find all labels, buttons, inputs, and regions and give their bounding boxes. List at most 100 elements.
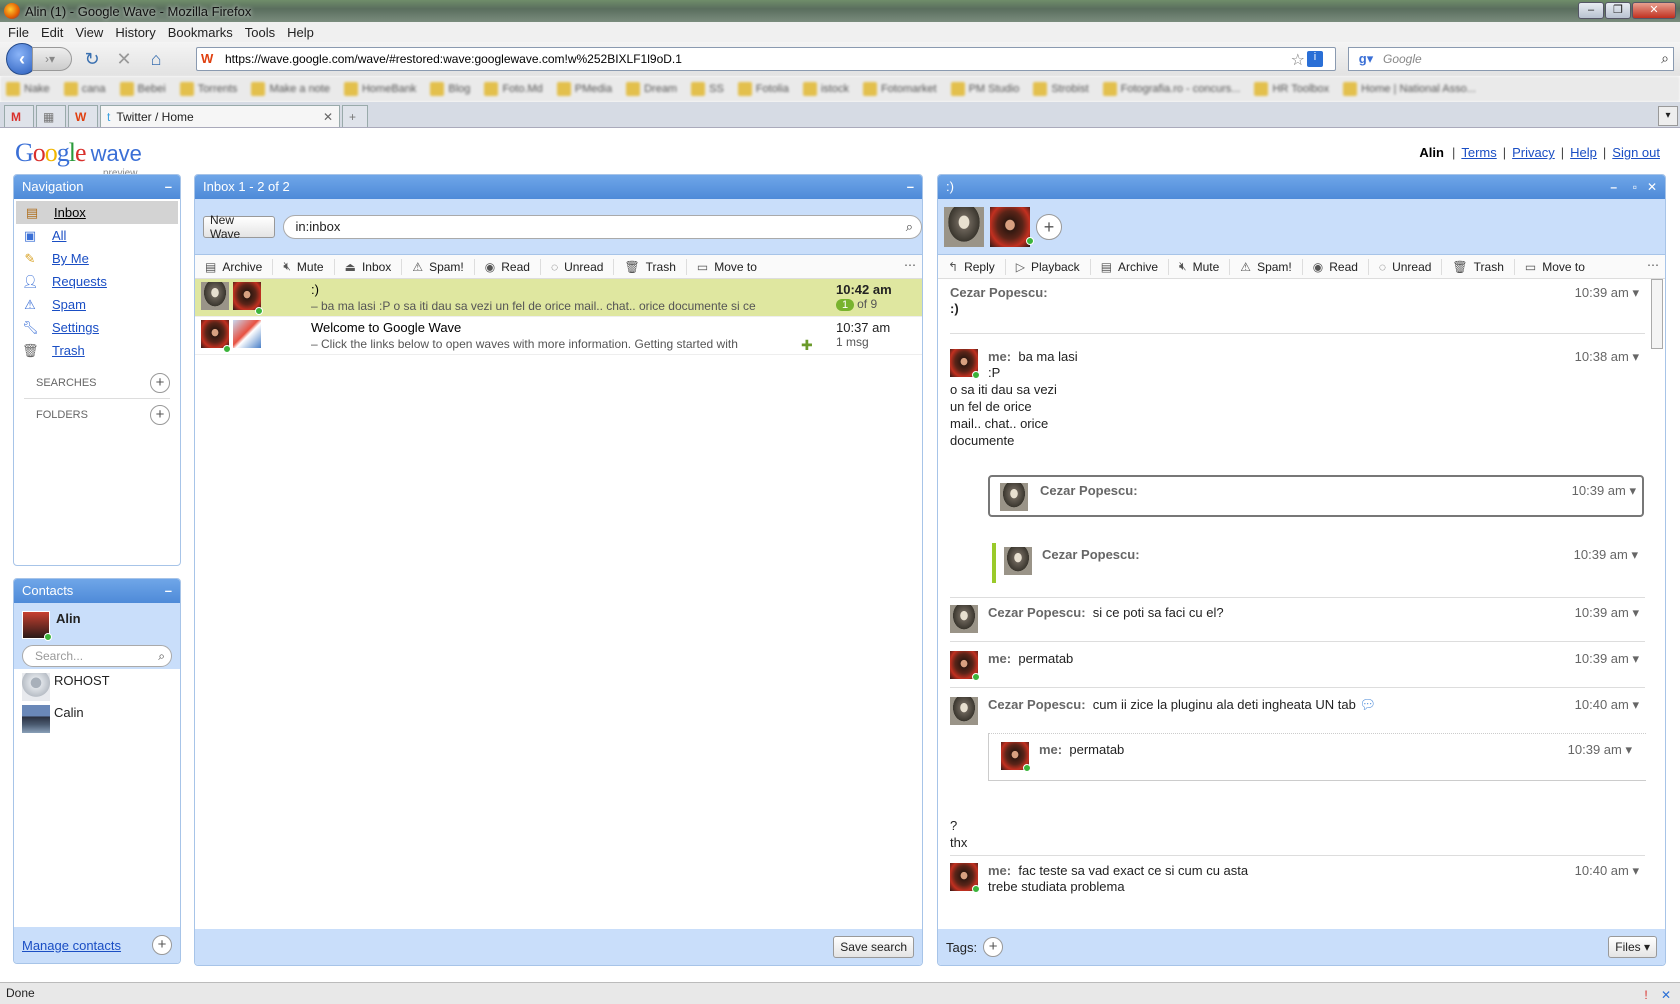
add-contact-button[interactable]: +: [152, 935, 172, 955]
blip-time[interactable]: 10:39 am ▾: [1568, 742, 1632, 758]
tab-twitter[interactable]: t Twitter / Home ✕: [100, 105, 340, 127]
blip-time[interactable]: 10:39 am ▾: [1574, 547, 1638, 563]
save-search-button[interactable]: Save search: [833, 936, 914, 958]
google-search-engine-icon[interactable]: g▾: [1349, 51, 1383, 67]
move-to-button[interactable]: ▭ Move to: [1515, 259, 1595, 275]
add-tag-button[interactable]: +: [983, 937, 1004, 957]
mute-button[interactable]: 🔇︎ Mute: [1169, 258, 1231, 275]
nav-item-trash[interactable]: 🗑︎ Trash: [14, 339, 180, 362]
add-search-button[interactable]: +: [150, 373, 170, 393]
archive-button[interactable]: ▤ Archive: [1091, 258, 1170, 275]
nav-item-spam[interactable]: ⚠ Spam: [14, 293, 180, 316]
search-icon[interactable]: ⌕: [906, 216, 913, 238]
nav-all-label[interactable]: All: [52, 228, 66, 243]
unread-button[interactable]: ◌ Unread: [541, 258, 615, 275]
playback-button[interactable]: ▷ Playback: [1006, 258, 1091, 275]
warning-icon[interactable]: !: [1638, 985, 1654, 1002]
new-wave-button[interactable]: New Wave: [203, 213, 275, 241]
more-options-icon[interactable]: ⋯: [904, 258, 916, 272]
unread-button[interactable]: ◌ Unread: [1369, 258, 1443, 275]
terms-link[interactable]: Terms: [1461, 145, 1496, 160]
menu-help[interactable]: Help: [281, 25, 320, 40]
bookmark-item[interactable]: Strobist: [1033, 82, 1089, 96]
maximize-button[interactable]: ❐: [1605, 2, 1631, 19]
contact-item[interactable]: Calin: [14, 701, 180, 733]
blip[interactable]: me: ba ma lasi :P o sa iti dau sa vezi u…: [950, 349, 1645, 449]
bookmark-item[interactable]: Make a note: [251, 82, 330, 96]
blip[interactable]: Cezar Popescu: si ce poti sa faci cu el?…: [950, 605, 1645, 633]
blip-time[interactable]: 10:40 am ▾: [1575, 697, 1639, 713]
minimize-wave-button[interactable]: –: [1610, 175, 1617, 199]
address-bar[interactable]: W https://wave.google.com/wave/#restored…: [196, 47, 1336, 71]
spam-button[interactable]: ⚠ Spam!: [1230, 258, 1303, 275]
more-options-icon[interactable]: ⋯: [1647, 258, 1659, 272]
menu-view[interactable]: View: [69, 25, 109, 40]
tab-wave[interactable]: W: [68, 105, 98, 127]
extension-icon[interactable]: ✕: [1658, 985, 1674, 1002]
avatar[interactable]: [990, 206, 1030, 247]
minimize-button[interactable]: –: [1578, 2, 1604, 19]
trash-button[interactable]: 🗑︎ Trash: [614, 258, 687, 275]
move-to-button[interactable]: ▭ Move to: [687, 259, 767, 275]
search-icon[interactable]: ⌕: [1661, 50, 1669, 67]
menu-history[interactable]: History: [109, 25, 161, 40]
read-button[interactable]: ◉ Read: [475, 258, 541, 275]
bookmark-item[interactable]: Fotografia.ro - concurs...: [1102, 82, 1240, 96]
manage-contacts-link[interactable]: Manage contacts: [22, 938, 121, 953]
bookmark-item[interactable]: HomeBank: [343, 82, 416, 96]
blip-time[interactable]: 10:39 am ▾: [1572, 483, 1636, 499]
help-link[interactable]: Help: [1570, 145, 1597, 160]
bookmark-item[interactable]: PMedia: [556, 82, 612, 96]
nav-item-requests[interactable]: 👤︎ Requests: [14, 270, 180, 293]
wave-list-item[interactable]: :) – ba ma lasi :P o sa iti dau sa vezi …: [195, 279, 922, 317]
site-info-icon[interactable]: i: [1307, 51, 1323, 67]
avatar[interactable]: [944, 206, 984, 247]
minimize-contacts-button[interactable]: –: [165, 579, 172, 603]
home-icon[interactable]: ⌂: [144, 47, 168, 71]
nav-spam-label[interactable]: Spam: [52, 297, 86, 312]
minimize-inbox-button[interactable]: –: [907, 175, 914, 199]
browser-search-box[interactable]: g▾ Google ⌕: [1348, 47, 1674, 71]
bookmark-item[interactable]: Foto.Md: [484, 82, 543, 96]
bookmark-item[interactable]: SS: [691, 82, 724, 96]
bookmark-star-icon[interactable]: ☆: [1291, 50, 1305, 70]
archive-button[interactable]: ▤ Archive: [195, 258, 274, 275]
inbox-button[interactable]: ⏏ Inbox: [335, 258, 403, 275]
nav-item-all[interactable]: ▣ All: [14, 224, 180, 247]
blip-time[interactable]: 10:38 am ▾: [1575, 349, 1639, 365]
nav-item-by-me[interactable]: ✎ By Me: [14, 247, 180, 270]
blip-time[interactable]: 10:39 am ▾: [1575, 285, 1639, 301]
blip-time[interactable]: 10:39 am ▾: [1575, 605, 1639, 621]
inline-reply-editor[interactable]: Cezar Popescu: 10:39 am ▾: [988, 475, 1644, 517]
menu-bookmarks[interactable]: Bookmarks: [162, 25, 239, 40]
menu-file[interactable]: File: [2, 25, 35, 40]
wave-list-item[interactable]: Welcome to Google Wave – Click the links…: [195, 317, 922, 355]
bookmark-item[interactable]: istock: [802, 82, 849, 96]
reply-button[interactable]: ↰ Reply: [938, 258, 1006, 275]
search-icon[interactable]: ⌕: [158, 646, 165, 666]
trash-button[interactable]: 🗑︎ Trash: [1442, 258, 1515, 275]
bookmark-item[interactable]: Nake: [6, 82, 50, 96]
close-tab-icon[interactable]: ✕: [323, 110, 333, 124]
tab-gmail[interactable]: M: [4, 105, 34, 127]
wave-scrollbar[interactable]: [1651, 279, 1663, 349]
new-tab-button[interactable]: +: [342, 105, 368, 127]
inline-reply-blip[interactable]: Cezar Popescu: 10:39 am ▾: [992, 543, 1644, 583]
nav-trash-label[interactable]: Trash: [52, 343, 85, 358]
contacts-search-input[interactable]: Search... ⌕: [22, 645, 172, 667]
tab-list-button[interactable]: ▾: [1658, 106, 1678, 126]
add-folder-button[interactable]: +: [150, 404, 170, 425]
nested-reply-blip[interactable]: me: permatab 10:39 am ▾: [988, 733, 1646, 781]
maximize-wave-button[interactable]: ▫: [1633, 175, 1637, 199]
reload-icon[interactable]: ↻: [80, 47, 104, 71]
nav-item-settings[interactable]: 🔧︎ Settings: [14, 316, 180, 339]
bookmark-item[interactable]: Fotomarket: [862, 82, 937, 96]
blip[interactable]: Cezar Popescu: :) 10:39 am ▾: [950, 285, 1645, 317]
bookmark-item[interactable]: cana: [63, 82, 106, 96]
nav-by-me-label[interactable]: By Me: [52, 251, 89, 266]
blip[interactable]: ? thx: [950, 817, 1645, 851]
wave-search-input[interactable]: in:inbox ⌕: [282, 214, 922, 239]
bookmark-item[interactable]: Home | National Asso...: [1343, 82, 1476, 96]
bookmark-item[interactable]: PM Studio: [950, 82, 1019, 96]
read-button[interactable]: ◉ Read: [1303, 258, 1369, 275]
